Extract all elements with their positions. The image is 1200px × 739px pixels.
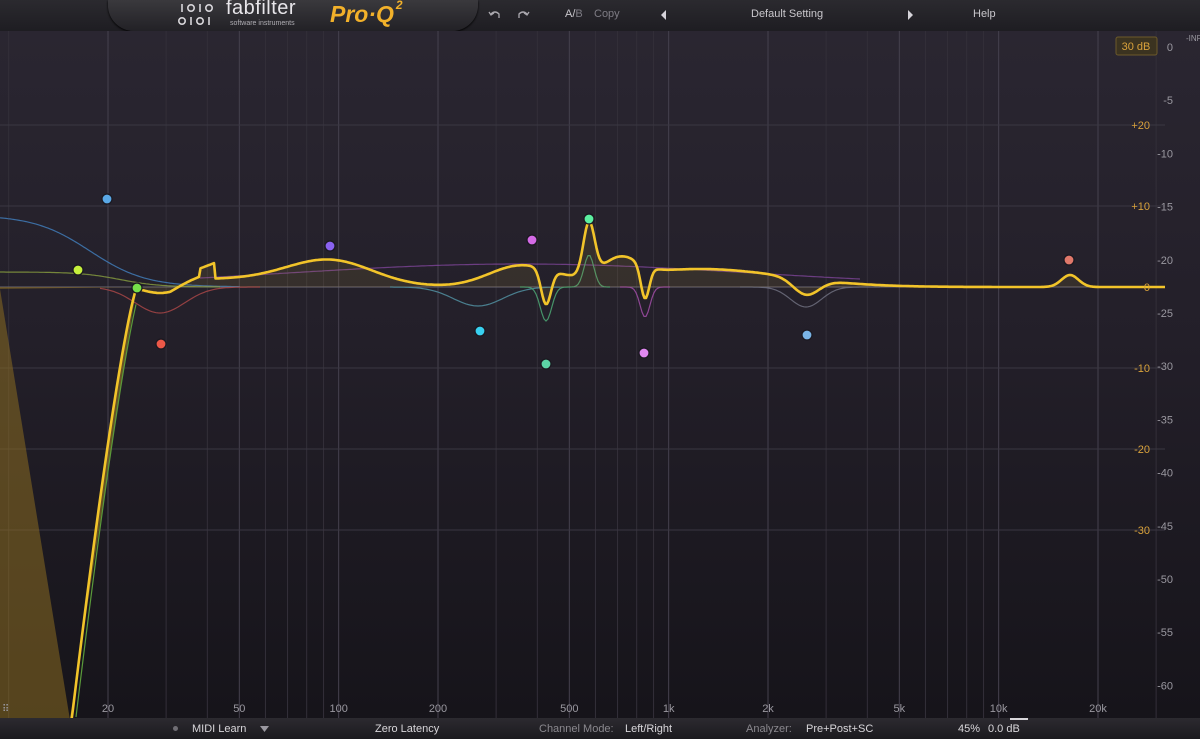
gain-scale-label: +20 (1131, 120, 1150, 132)
analyzer-db-label: -15 (1157, 202, 1173, 214)
band-node[interactable] (1063, 254, 1075, 266)
frequency-label: 10k (990, 703, 1008, 715)
brand-name: fabfilter (226, 0, 297, 19)
band-node[interactable] (131, 282, 143, 294)
band-node[interactable] (526, 234, 538, 246)
brand-subtitle: software instruments (230, 20, 295, 27)
gain-scale-label: 0 (1144, 282, 1150, 294)
channel-mode-label: Channel Mode: (539, 723, 614, 735)
preset-name[interactable]: Default Setting (751, 8, 823, 20)
latency-mode[interactable]: Zero Latency (375, 723, 439, 735)
analyzer-db-label: -20 (1157, 255, 1173, 267)
frequency-label: 1k (663, 703, 675, 715)
bottom-bar: MIDI Learn Zero Latency Channel Mode: Le… (0, 718, 1200, 739)
help-menu[interactable]: Help (973, 8, 996, 20)
channel-mode-value[interactable]: Left/Right (625, 723, 672, 735)
output-gain[interactable]: 0.0 dB (988, 723, 1020, 735)
analyzer-db-label: -30 (1157, 361, 1173, 373)
frequency-label: 5k (894, 703, 906, 715)
ab-a-label: A/ (565, 8, 576, 20)
gain-scale-label: +10 (1131, 201, 1150, 213)
analyzer-db-label: -10 (1157, 148, 1173, 160)
analyzer-db-label: -25 (1157, 308, 1173, 320)
band-node[interactable] (540, 358, 552, 370)
zoom-level[interactable]: 45% (958, 723, 980, 735)
analyzer-db-label: -5 (1163, 95, 1173, 107)
frequency-label: 50 (233, 703, 245, 715)
band-node[interactable] (101, 193, 113, 205)
analyzer-value[interactable]: Pre+Post+SC (806, 723, 873, 735)
analyzer-db-label: -35 (1157, 414, 1173, 426)
analyzer-db-label: -50 (1157, 574, 1173, 586)
copy-button[interactable]: Copy (594, 8, 620, 20)
band-node[interactable] (72, 264, 84, 276)
next-preset-icon[interactable] (906, 10, 914, 20)
analyzer-label: Analyzer: (746, 723, 792, 735)
logo-plate: fabfilter software instruments Pro·Q 2 (108, 0, 478, 31)
band-node[interactable] (155, 338, 167, 350)
band-node[interactable] (474, 325, 486, 337)
gain-scale-label: -10 (1134, 363, 1150, 375)
band-node[interactable] (324, 240, 336, 252)
ab-toggle[interactable]: A/B (565, 8, 583, 20)
product-name: Pro·Q 2 (330, 0, 403, 28)
frequency-label: 200 (429, 703, 447, 715)
analyzer-db-label: -45 (1157, 521, 1173, 533)
gain-scale-label: -20 (1134, 444, 1150, 456)
previous-preset-icon[interactable] (660, 10, 668, 20)
frequency-label: 100 (329, 703, 347, 715)
eq-display[interactable]: 20 50 100 200 500 1k 2k 5k 10k 20k +20+100-10-20-… (0, 31, 1200, 718)
fabfilter-logo-icon (178, 3, 213, 25)
analyzer-db-label: -60 (1157, 680, 1173, 692)
top-toolbar: fabfilter software instruments Pro·Q 2 A/… (0, 0, 1200, 31)
analyzer-db-label: -55 (1157, 627, 1173, 639)
output-meter (1010, 718, 1028, 720)
range-button-label: 30 dB (1122, 41, 1151, 53)
frequency-label: 20k (1089, 703, 1107, 715)
analyzer-db-label: 0 (1167, 42, 1173, 54)
midi-dropdown-icon[interactable] (260, 726, 269, 732)
db-scale-top-label: -INF (1186, 34, 1200, 43)
redo-icon[interactable] (516, 9, 530, 21)
product-title: Pro·Q (330, 1, 394, 27)
midi-learn-button[interactable]: MIDI Learn (192, 723, 246, 735)
band-node[interactable] (638, 347, 650, 359)
analyzer-db-label: -40 (1157, 468, 1173, 480)
product-version: 2 (395, 0, 403, 13)
band-node[interactable] (583, 213, 595, 225)
frequency-label: 20 (102, 703, 114, 715)
eq-background (0, 31, 1200, 718)
undo-icon[interactable] (488, 9, 502, 21)
midi-led-icon (173, 726, 178, 731)
piano-icon: ⠿ (2, 704, 9, 715)
ab-b-label: B (575, 8, 583, 20)
band-node[interactable] (801, 329, 813, 341)
gain-scale-label: -30 (1134, 525, 1150, 537)
frequency-label: 2k (762, 703, 774, 715)
frequency-label: 500 (560, 703, 578, 715)
